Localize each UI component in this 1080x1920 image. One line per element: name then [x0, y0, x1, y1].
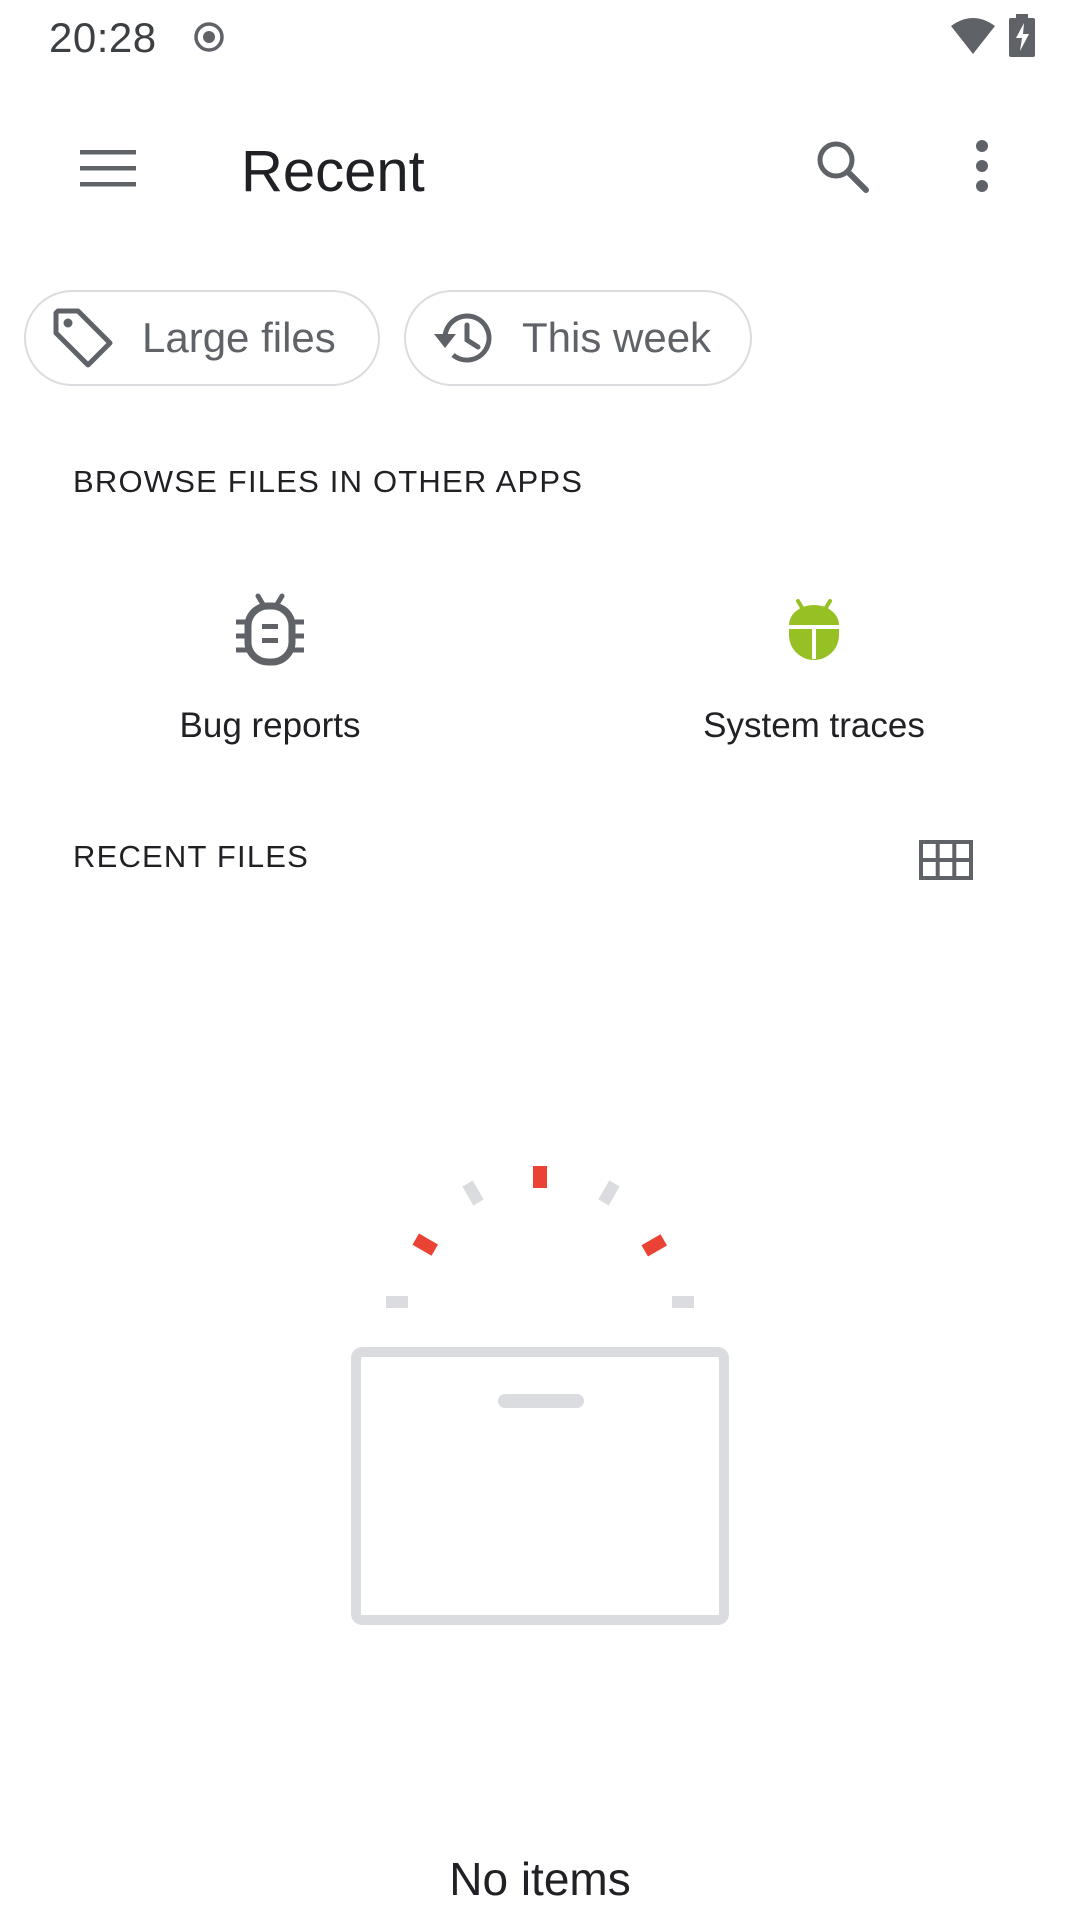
empty-box-illustration: [351, 1166, 729, 1625]
empty-box: [351, 1347, 729, 1625]
root-system-traces[interactable]: System traces: [614, 560, 1014, 760]
app-bar: Recent: [0, 100, 1080, 240]
ray: [462, 1180, 484, 1206]
menu-button[interactable]: [58, 118, 158, 218]
filter-chips: Large files This week: [0, 290, 1080, 386]
ray: [672, 1296, 694, 1308]
empty-state-text: No items: [449, 1853, 631, 1905]
chip-label: This week: [522, 314, 712, 361]
ray: [386, 1296, 408, 1308]
view-mode-toggle[interactable]: [896, 810, 996, 910]
ray: [412, 1233, 439, 1256]
page-title: Recent: [241, 139, 425, 204]
recent-section-header: RECENT FILES: [73, 839, 310, 874]
menu-icon: [80, 150, 136, 187]
status-time: 20:28: [49, 14, 157, 61]
box-handle: [498, 1394, 584, 1408]
more-options-button[interactable]: [932, 116, 1032, 216]
bug-icon: [220, 580, 320, 680]
wifi-icon: [951, 18, 995, 54]
ray: [641, 1234, 668, 1257]
search-button[interactable]: [792, 116, 892, 216]
grid-view-icon: [919, 840, 973, 880]
more-vert-icon: [976, 140, 988, 192]
tag-icon: [50, 305, 116, 371]
ray: [533, 1166, 547, 1188]
chip-label: Large files: [142, 314, 336, 361]
root-label: System traces: [703, 706, 925, 745]
status-bar: 20:28: [0, 0, 1080, 76]
record-icon: [194, 22, 224, 52]
android-icon: [764, 580, 864, 680]
chip-this-week[interactable]: This week: [404, 290, 752, 386]
chip-large-files[interactable]: Large files: [24, 290, 380, 386]
ray: [598, 1180, 620, 1206]
history-icon: [430, 305, 496, 371]
battery-charging-icon: [1009, 14, 1035, 57]
search-icon: [817, 141, 869, 193]
browse-section-header: BROWSE FILES IN OTHER APPS: [73, 464, 584, 499]
root-label: Bug reports: [179, 706, 361, 745]
root-bug-reports[interactable]: Bug reports: [70, 560, 470, 760]
